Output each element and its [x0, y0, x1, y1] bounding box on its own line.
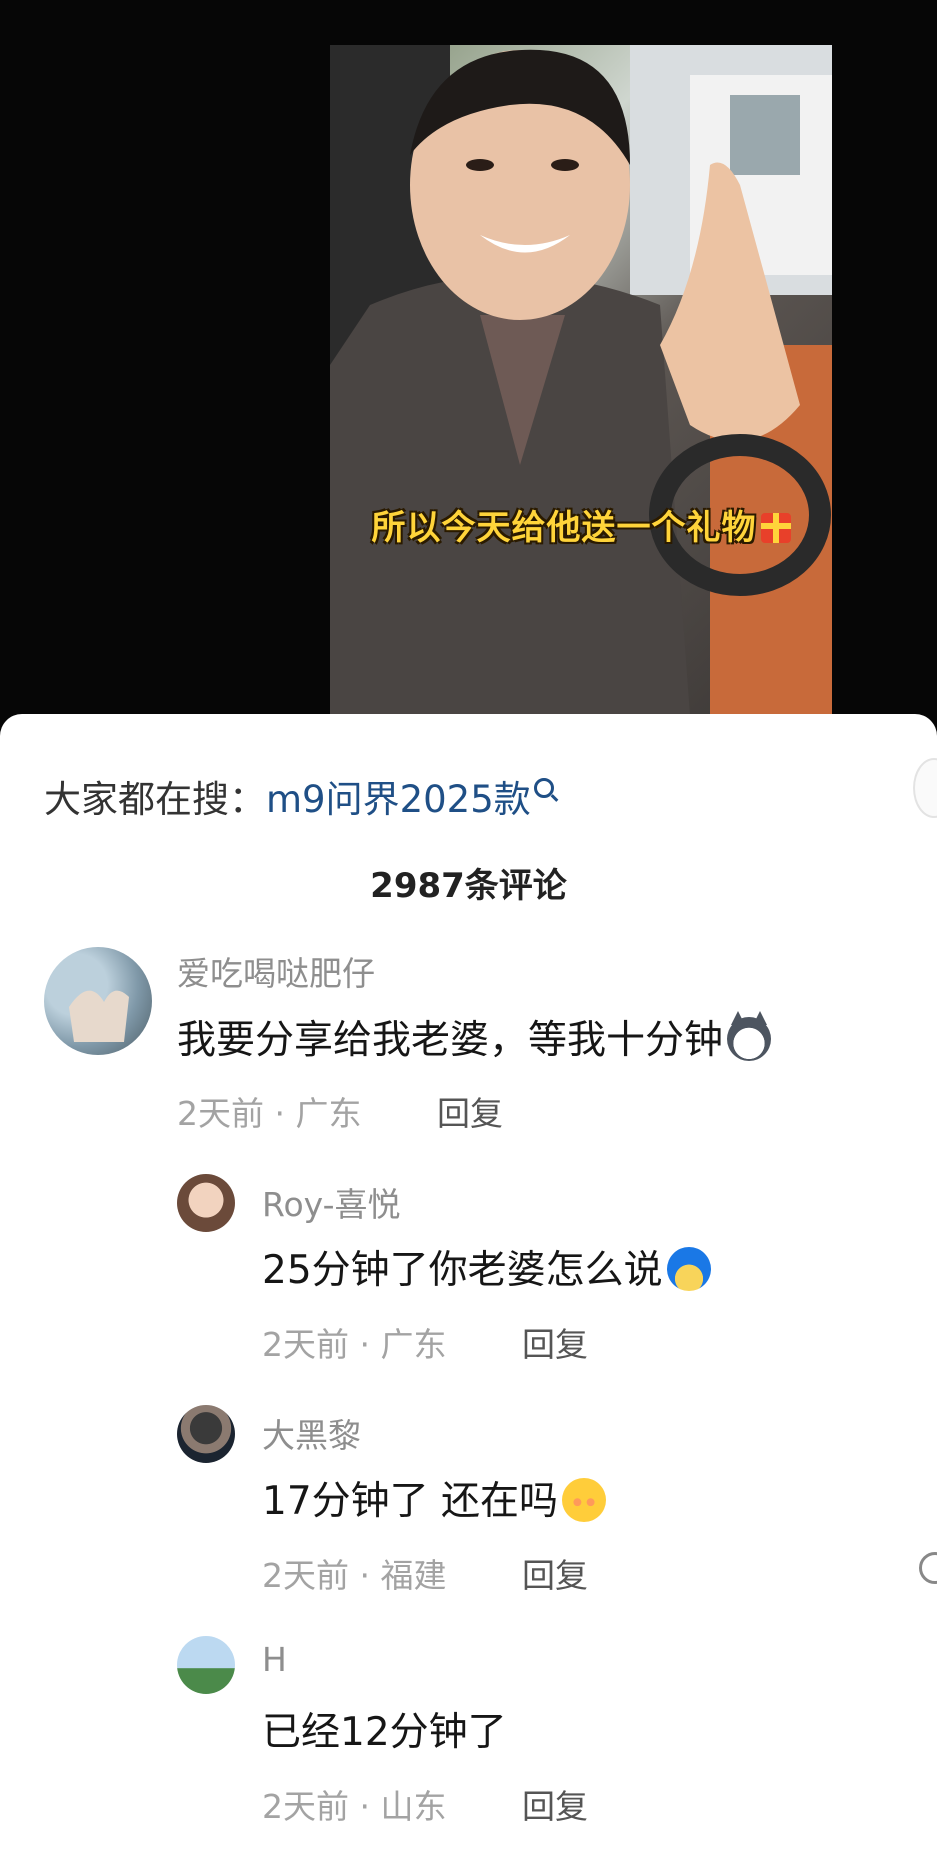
- avatar[interactable]: [177, 1174, 235, 1232]
- side-icon[interactable]: [919, 1552, 937, 1584]
- shy-emoji-icon: [562, 1478, 607, 1522]
- reply-button[interactable]: 回复: [522, 1780, 588, 1828]
- search-suggestion-prefix: 大家都在搜：: [44, 778, 266, 821]
- search-icon: [533, 778, 554, 798]
- reply-button[interactable]: 回复: [522, 1318, 588, 1366]
- avatar[interactable]: [177, 1636, 235, 1694]
- comment-text-content: 我要分享给我老婆，等我十分钟: [177, 1018, 724, 1063]
- side-bubble: [913, 758, 937, 818]
- reply-button[interactable]: 回复: [522, 1549, 588, 1597]
- video-caption: 所以今天给他送一个礼物: [330, 500, 832, 549]
- comment-username[interactable]: 爱吃喝哒肥仔: [177, 947, 375, 995]
- video-player[interactable]: 所以今天给他送一个礼物: [0, 0, 937, 740]
- comment-text: 已经12分钟了: [262, 1701, 507, 1757]
- comment-meta: 2天前 · 福建: [262, 1556, 447, 1595]
- blue-hair-emoji-icon: [666, 1247, 711, 1291]
- gift-icon: [760, 513, 791, 543]
- comment-text: 25分钟了你老婆怎么说: [262, 1239, 711, 1295]
- comment-text-content: 已经12分钟了: [262, 1710, 507, 1755]
- search-suggestion-keyword[interactable]: m9问界2025款: [266, 778, 531, 821]
- comment-username[interactable]: Roy-喜悦: [262, 1178, 401, 1226]
- search-suggestion[interactable]: 大家都在搜：m9问界2025款: [44, 769, 554, 823]
- comment-text: 我要分享给我老婆，等我十分钟: [177, 1009, 772, 1065]
- comment-text: 17分钟了 还在吗: [262, 1470, 607, 1526]
- comment-count: 2987条评论: [370, 866, 567, 906]
- video-caption-text: 所以今天给他送一个礼物: [371, 508, 757, 548]
- avatar[interactable]: [44, 947, 152, 1055]
- comment-text-content: 17分钟了 还在吗: [262, 1479, 559, 1524]
- comment-sheet: 大家都在搜：m9问界2025款 2987条评论 爱吃喝哒肥仔 我要分享给我老婆，…: [0, 714, 937, 1854]
- avatar[interactable]: [177, 1405, 235, 1463]
- comment-meta: 2天前 · 山东: [262, 1787, 447, 1826]
- video-still-image: [330, 45, 832, 715]
- comment-text-content: 25分钟了你老婆怎么说: [262, 1248, 663, 1293]
- comment-username[interactable]: H: [262, 1640, 287, 1679]
- reply-button[interactable]: 回复: [437, 1087, 503, 1135]
- comment-meta: 2天前 · 广东: [177, 1094, 362, 1133]
- comment-meta: 2天前 · 广东: [262, 1325, 447, 1364]
- husky-emoji-icon: [727, 1011, 772, 1061]
- video-frame[interactable]: 所以今天给他送一个礼物: [330, 45, 832, 715]
- comment-username[interactable]: 大黑黎: [262, 1409, 361, 1457]
